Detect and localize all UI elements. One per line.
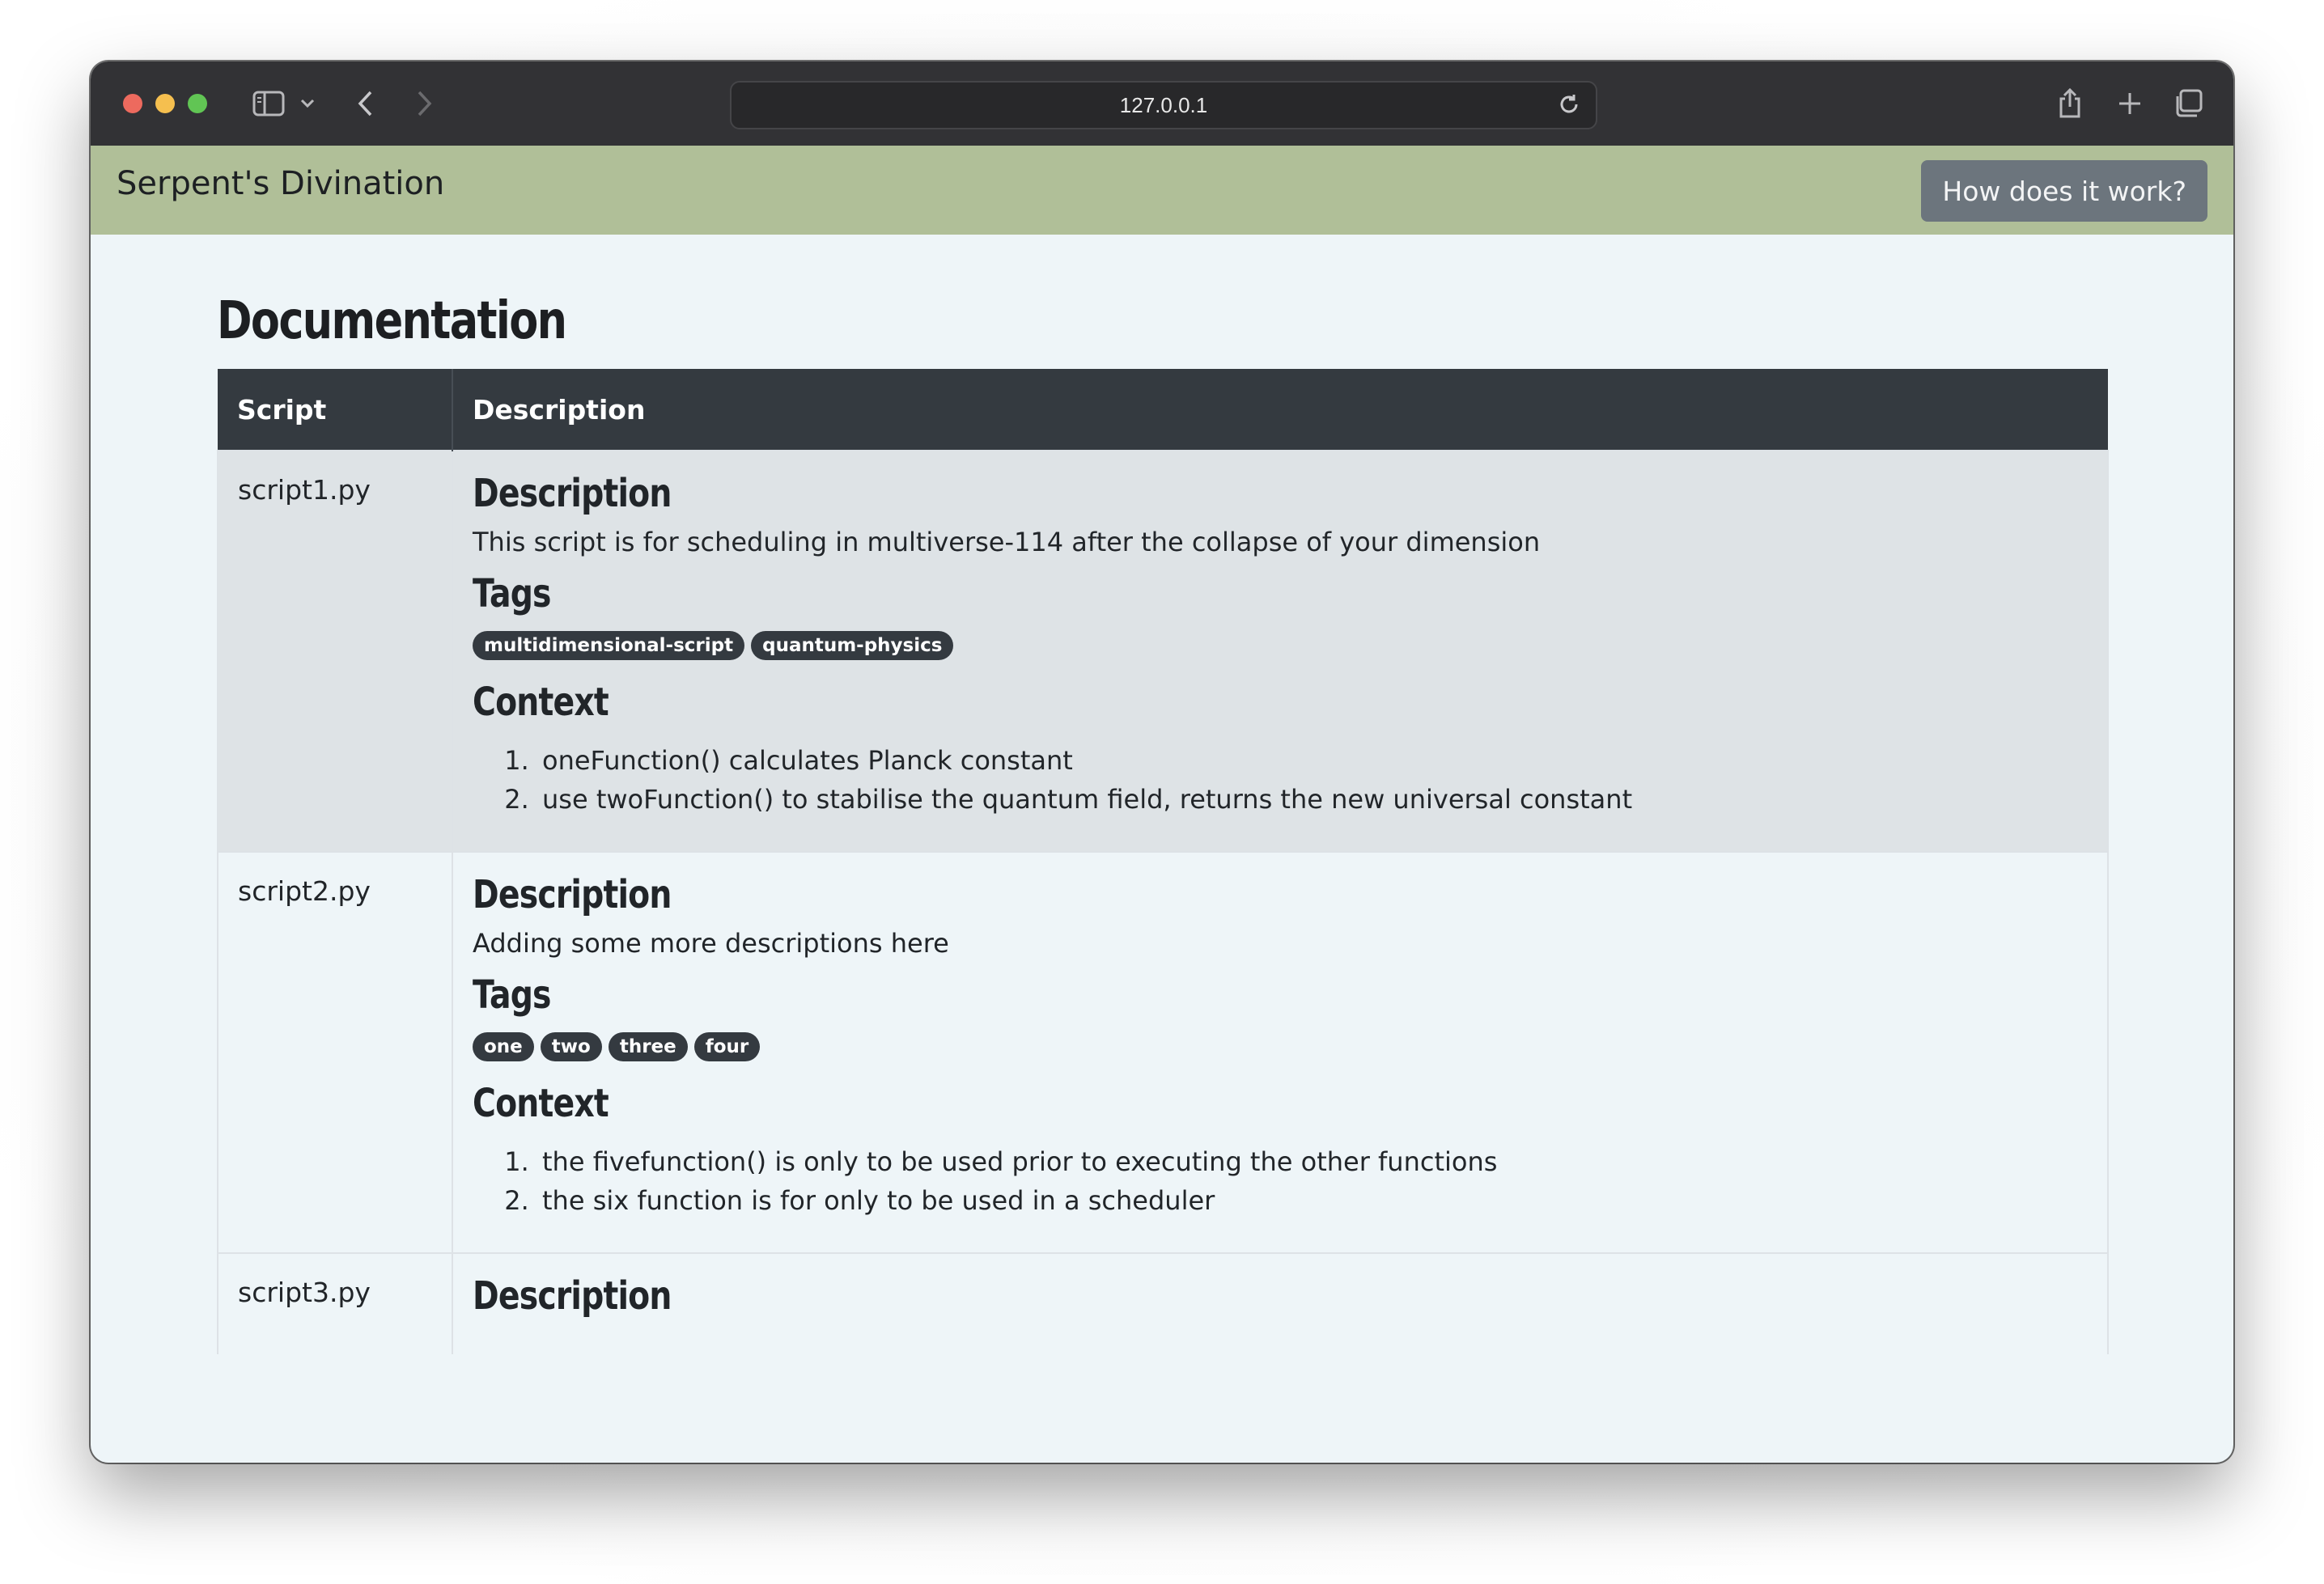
forward-icon[interactable] — [408, 84, 440, 123]
reload-icon[interactable] — [1557, 92, 1581, 122]
documentation-table: Script Description script1.py Descriptio… — [217, 369, 2109, 1354]
description-text: Adding some more descriptions here — [473, 928, 949, 959]
tag-list: one two three four — [473, 1032, 2088, 1061]
tag-badge: two — [540, 1032, 602, 1061]
main-content: Documentation Script Description script1… — [217, 235, 2109, 1354]
description-text: This script is for scheduling in multive… — [473, 527, 1541, 557]
script-name: script2.py — [238, 875, 371, 907]
chevron-down-icon[interactable] — [296, 84, 319, 123]
description-heading: Description — [473, 872, 672, 917]
context-list: oneFunction() calculates Planck constant… — [473, 741, 2088, 819]
url-text: 127.0.0.1 — [1119, 92, 1208, 117]
script-cell: script2.py — [217, 851, 453, 1253]
script-cell: script3.py — [217, 1252, 453, 1354]
tag-badge: one — [473, 1032, 534, 1061]
zoom-window-button[interactable] — [188, 94, 207, 113]
tag-badge: multidimensional-script — [473, 631, 745, 660]
minimize-window-button[interactable] — [155, 94, 175, 113]
tags-heading: Tags — [473, 571, 551, 616]
script-name: script1.py — [238, 474, 371, 506]
context-item: the fivefunction() is only to be used pr… — [537, 1142, 2088, 1181]
browser-toolbar: 127.0.0.1 — [91, 61, 2233, 147]
tab-overview-icon[interactable] — [2170, 84, 2206, 123]
tag-badge: quantum-physics — [751, 631, 954, 660]
back-icon[interactable] — [350, 84, 382, 123]
description-cell: Description This script is for schedulin… — [452, 450, 2109, 852]
description-cell: Description Adding some more description… — [452, 851, 2109, 1253]
column-header-script: Script — [218, 369, 453, 451]
table-row: script2.py Description Adding some more … — [217, 851, 2109, 1253]
tag-list: multidimensional-script quantum-physics — [473, 631, 2088, 660]
page-title: Documentation — [217, 291, 567, 351]
column-header-description: Description — [452, 369, 2108, 451]
how-does-it-work-button[interactable]: How does it work? — [1921, 160, 2207, 222]
description-cell: Description — [452, 1252, 2109, 1354]
sidebar-toggle-icon[interactable] — [249, 84, 288, 123]
share-icon[interactable] — [2052, 84, 2088, 123]
context-heading: Context — [473, 1081, 609, 1126]
tag-badge: three — [608, 1032, 688, 1061]
context-item: the six function is for only to be used … — [537, 1181, 2088, 1220]
tags-heading: Tags — [473, 972, 551, 1018]
app-navbar: Serpent's Divination How does it work? — [91, 146, 2233, 235]
context-heading: Context — [473, 680, 609, 725]
table-row: script1.py Description This script is fo… — [217, 450, 2109, 852]
description-heading: Description — [473, 471, 672, 516]
close-window-button[interactable] — [123, 94, 142, 113]
table-header-row: Script Description — [218, 369, 2108, 451]
browser-window: 127.0.0.1 Serpent's Divination How does … — [91, 61, 2233, 1463]
address-bar[interactable]: 127.0.0.1 — [730, 81, 1597, 129]
new-tab-icon[interactable] — [2112, 84, 2148, 123]
context-item: oneFunction() calculates Planck constant — [537, 741, 2088, 780]
context-item: use twoFunction() to stabilise the quant… — [537, 780, 2088, 819]
script-name: script3.py — [238, 1277, 371, 1308]
table-row: script3.py Description — [217, 1252, 2109, 1354]
script-cell: script1.py — [217, 450, 453, 852]
tag-badge: four — [693, 1032, 761, 1061]
context-list: the fivefunction() is only to be used pr… — [473, 1142, 2088, 1220]
brand-title[interactable]: Serpent's Divination — [117, 165, 444, 202]
description-heading: Description — [473, 1273, 672, 1319]
